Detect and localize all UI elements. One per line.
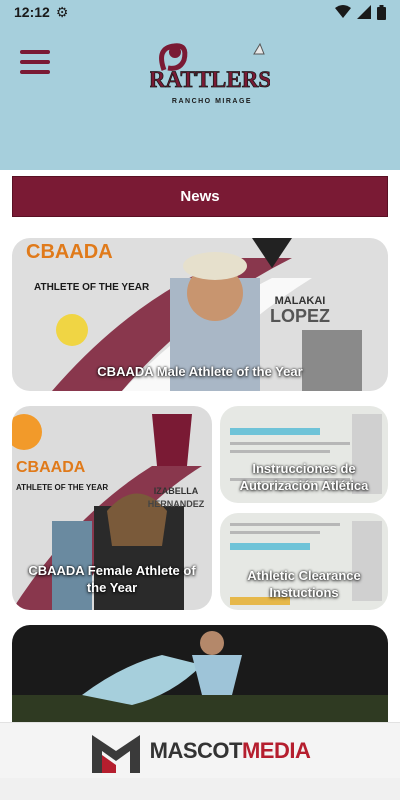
status-bar: 12:12 ⚙ (0, 0, 400, 24)
news-card-caption: CBAADA Female Athlete of the Year (28, 563, 196, 595)
status-icons (335, 4, 386, 20)
logo-subtitle: RANCHO MIRAGE (172, 98, 252, 105)
news-card-caption: Athletic Clearance Instuctions (247, 568, 361, 600)
status-time: 12:12 (14, 4, 50, 20)
rattlers-logo: RATTLERS RANCHO MIRAGE (150, 42, 270, 105)
news-card-caption: CBAADA Male Athlete of the Year (97, 364, 303, 379)
wifi-icon (335, 5, 351, 18)
mascot-media-wordmark: MASCOTMEDIA (149, 737, 311, 763)
overlay-last-name: LOPEZ (270, 306, 330, 326)
gear-icon: ⚙ (55, 3, 69, 20)
hamburger-icon (20, 50, 50, 54)
app-header: RATTLERS RANCHO MIRAGE (0, 24, 400, 170)
overlay-first-name: IZABELLA (154, 486, 199, 496)
logo-brand: RATTLERS (150, 67, 270, 92)
news-title: News (180, 188, 220, 205)
menu-button[interactable] (20, 50, 50, 74)
news-card-caption: Instrucciones de Autorización Atlética (239, 461, 369, 493)
overlay-last-name: HERNANDEZ (148, 499, 205, 509)
overlay-athlete-year: ATHLETE OF THE YEAR (34, 282, 150, 293)
news-header: News (12, 176, 388, 217)
overlay-cbaada: CBAADA (26, 241, 113, 263)
news-card-female-athlete[interactable]: CBAADA ATHLETE OF THE YEAR IZABELLA HERN… (12, 406, 212, 610)
news-card-male-athlete[interactable]: CBAADA ATHLETE OF THE YEAR MALAKAI LOPEZ… (12, 238, 388, 391)
overlay-cbaada: CBAADA (16, 459, 86, 476)
overlay-athlete-year: ATHLETE OF THE YEAR (16, 483, 108, 492)
system-nav-bar (0, 778, 400, 800)
signal-icon (357, 5, 371, 19)
news-card-clearance[interactable]: Athletic Clearance Instuctions (220, 513, 388, 610)
mascot-media-logo-icon (91, 734, 140, 773)
news-card-autorizacion[interactable]: Instrucciones de Autorización Atlética (220, 406, 388, 503)
footer-banner[interactable]: MASCOTMEDIA (0, 722, 400, 778)
battery-icon (377, 4, 386, 20)
